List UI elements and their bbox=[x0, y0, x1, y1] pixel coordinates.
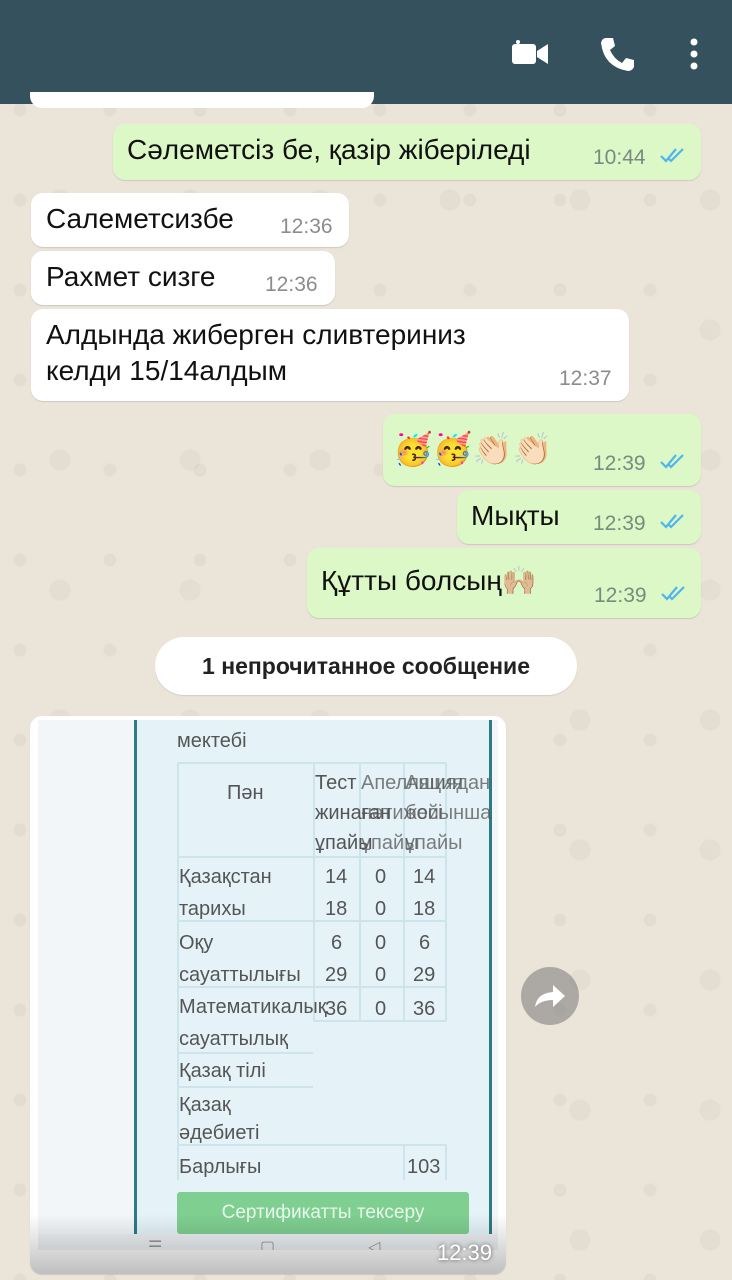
message-time: 12:39 bbox=[594, 584, 647, 607]
message-time: 12:39 bbox=[593, 452, 646, 475]
table-line bbox=[177, 762, 447, 764]
document-screenshot: мектебі Пән Тест жинаған ұпайы Апелляция… bbox=[134, 720, 492, 1250]
message-incoming[interactable]: Алдында жиберген сливтериниз келди 15/14… bbox=[31, 309, 629, 401]
previous-message-edge bbox=[30, 92, 374, 108]
message-outgoing[interactable]: 🥳🥳👏🏻👏🏻 12:39 bbox=[383, 414, 701, 486]
message-text: Мықты bbox=[471, 500, 560, 531]
doc-cell: 36 bbox=[325, 998, 348, 1020]
doc-cell: 14 bbox=[325, 866, 348, 888]
doc-cell: 18 bbox=[325, 898, 348, 920]
doc-row-name: тарихы bbox=[179, 898, 246, 920]
forward-button[interactable] bbox=[521, 967, 579, 1025]
doc-header-col3c: ұпайы bbox=[405, 832, 463, 854]
doc-cell: 6 bbox=[419, 932, 431, 954]
doc-cell: 0 bbox=[375, 866, 387, 888]
doc-cell: 29 bbox=[325, 964, 348, 986]
table-line bbox=[445, 1144, 447, 1180]
message-text: Құтты болсың🙌🏼 bbox=[321, 565, 537, 596]
message-time: 12:39 bbox=[593, 512, 646, 535]
voice-call-icon[interactable] bbox=[598, 34, 638, 74]
table-line bbox=[403, 1144, 405, 1180]
message-time: 12:37 bbox=[559, 367, 612, 390]
table-line bbox=[177, 1086, 313, 1088]
more-options-icon[interactable] bbox=[676, 34, 716, 74]
image-thumbnail[interactable]: мектебі Пән Тест жинаған ұпайы Апелляция… bbox=[38, 720, 498, 1250]
read-receipt-icon bbox=[661, 586, 685, 601]
message-time: 12:36 bbox=[280, 215, 333, 238]
message-outgoing[interactable]: Құтты болсың🙌🏼 12:39 bbox=[307, 548, 701, 618]
doc-cell: 0 bbox=[375, 998, 387, 1020]
doc-cell: 0 bbox=[375, 964, 387, 986]
doc-cell: 14 bbox=[413, 866, 436, 888]
table-line bbox=[177, 1052, 313, 1054]
chat-header bbox=[0, 0, 732, 104]
doc-row-name: Математикалық bbox=[179, 996, 327, 1018]
doc-header-col3: Ашиядан bbox=[405, 772, 491, 794]
message-text: Салеметсизбе bbox=[46, 203, 234, 234]
read-receipt-icon bbox=[660, 514, 684, 529]
message-time: 10:44 bbox=[593, 146, 646, 169]
doc-cell: 36 bbox=[413, 998, 436, 1020]
message-time: 12:36 bbox=[265, 273, 318, 296]
message-incoming[interactable]: Рахмет сизге 12:36 bbox=[31, 251, 335, 305]
table-line bbox=[403, 762, 405, 1020]
doc-cell: 29 bbox=[413, 964, 436, 986]
doc-cell: 0 bbox=[375, 932, 387, 954]
read-receipt-icon bbox=[660, 148, 684, 163]
doc-cell: 18 bbox=[413, 898, 436, 920]
doc-total-value: 103 bbox=[407, 1156, 441, 1178]
read-receipt-icon bbox=[660, 454, 684, 469]
doc-school-label: мектебі bbox=[177, 730, 247, 752]
message-time: 12:39 bbox=[436, 1240, 492, 1265]
doc-row-name: сауаттылық bbox=[179, 1028, 288, 1050]
doc-row-name: Қазақстан bbox=[179, 866, 272, 888]
table-line bbox=[445, 762, 447, 1020]
doc-header-col1: Тест bbox=[315, 772, 357, 794]
table-line bbox=[177, 856, 447, 858]
message-outgoing[interactable]: Мықты 12:39 bbox=[457, 490, 701, 544]
doc-header-subject: Пән bbox=[227, 782, 264, 804]
doc-cell: 0 bbox=[375, 898, 387, 920]
forward-icon bbox=[535, 985, 565, 1007]
message-emoji: 🥳🥳👏🏻👏🏻 bbox=[393, 431, 553, 467]
image-message[interactable]: мектебі Пән Тест жинаған ұпайы Апелляция… bbox=[30, 716, 506, 1274]
doc-row-name: Қазақ bbox=[179, 1094, 231, 1116]
message-text-line1: Алдында жиберген сливтериниз bbox=[46, 319, 466, 350]
doc-row-name: Қазақ тілі bbox=[179, 1060, 266, 1082]
doc-row-name: әдебиеті bbox=[179, 1122, 260, 1144]
message-incoming[interactable]: Салеметсизбе 12:36 bbox=[31, 193, 349, 247]
table-line bbox=[313, 762, 315, 1020]
video-call-icon[interactable] bbox=[510, 34, 550, 74]
doc-row-name: Барлығы bbox=[179, 1156, 262, 1178]
message-text: Рахмет сизге bbox=[46, 261, 216, 292]
doc-row-name: сауаттылығы bbox=[179, 964, 301, 986]
image-time-shade bbox=[30, 1214, 506, 1274]
message-text-line2: келди 15/14алдым bbox=[46, 355, 287, 386]
unread-messages-banner: 1 непрочитанное сообщение bbox=[155, 637, 577, 695]
doc-cell: 6 bbox=[331, 932, 343, 954]
message-text: Сәлеметсіз бе, қазір жіберіледі bbox=[127, 134, 531, 165]
doc-header-col3b: бойынша bbox=[405, 802, 492, 824]
doc-row-name: Оқу bbox=[179, 932, 214, 954]
message-outgoing[interactable]: Сәлеметсіз бе, қазір жіберіледі 10:44 bbox=[113, 124, 701, 180]
table-line bbox=[359, 762, 361, 1020]
